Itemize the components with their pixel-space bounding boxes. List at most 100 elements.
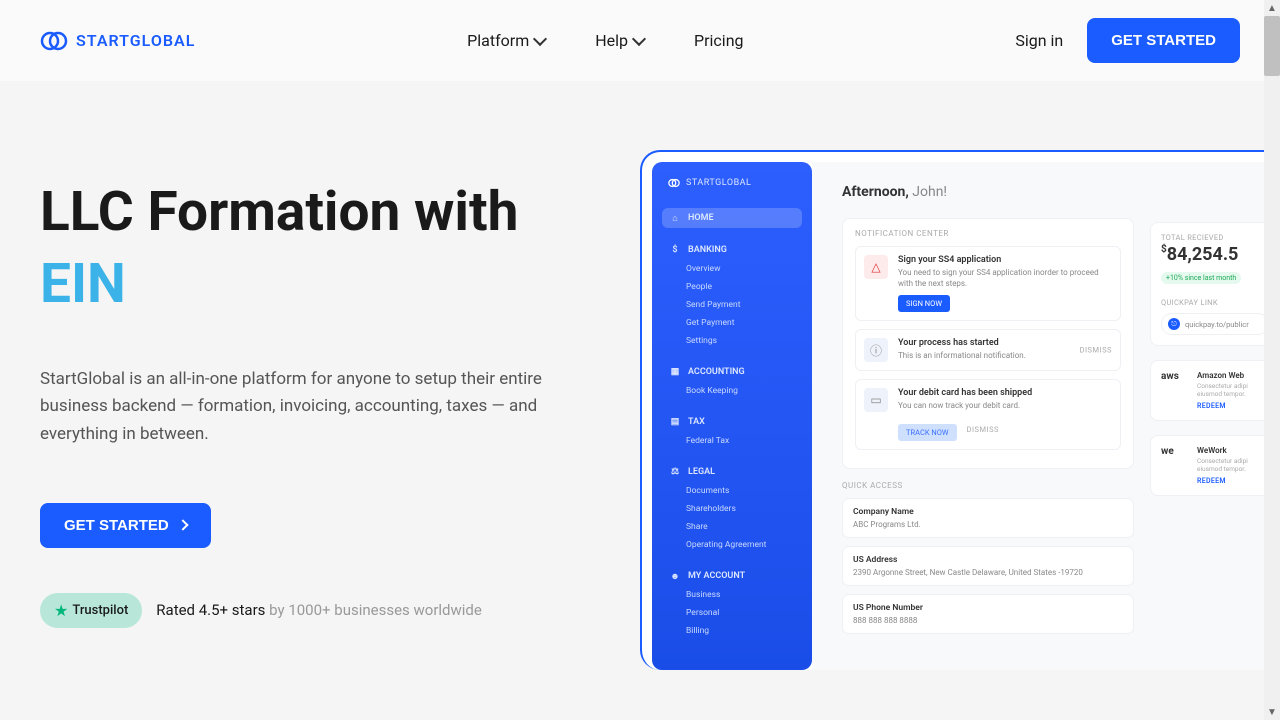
sidebar-sub-business[interactable]: Business: [662, 586, 802, 604]
track-now-button[interactable]: TRACK NOW: [898, 424, 957, 441]
sidebar-item-banking[interactable]: $ BANKING: [662, 240, 802, 260]
greeting: Afternoon, John!: [842, 184, 1134, 200]
sidebar-sub-settings[interactable]: Settings: [662, 332, 802, 350]
sidebar-sub-shareholders[interactable]: Shareholders: [662, 500, 802, 518]
total-label: TOTAL RECIEVED: [1161, 233, 1269, 242]
quickpay-link[interactable]: ⎋ quickpay.to/publicr: [1161, 313, 1269, 335]
header: STARTGLOBAL Platform Help Pricing Sign i…: [0, 0, 1280, 81]
sidebar-sub-federal-tax[interactable]: Federal Tax: [662, 432, 802, 450]
get-started-button[interactable]: GET STARTED: [1087, 18, 1240, 63]
sidebar-item-my-account[interactable]: ☻ MY ACCOUNT: [662, 566, 802, 586]
scroll-thumb[interactable]: [1264, 16, 1280, 76]
chevron-down-icon: [533, 31, 547, 45]
sidebar-item-tax[interactable]: ▤ TAX: [662, 412, 802, 432]
mock-brand: STARTGLOBAL: [662, 178, 802, 188]
sidebar-item-accounting[interactable]: ▦ ACCOUNTING: [662, 362, 802, 382]
greeting-salutation: Afternoon,: [842, 184, 909, 200]
hero-cta-label: GET STARTED: [64, 517, 169, 534]
mock-sidebar: STARTGLOBAL ⌂ HOME $ BANKING Overview Pe…: [652, 162, 812, 670]
total-amount: $84,254.5: [1161, 244, 1269, 265]
redeem-wework-button[interactable]: REDEEM: [1197, 477, 1269, 485]
warning-icon: △: [864, 255, 888, 279]
card-icon: ▭: [864, 388, 888, 412]
redeem-aws-button[interactable]: REDEEM: [1197, 402, 1269, 410]
brand-logo-icon: [40, 31, 68, 51]
sidebar-account-label: MY ACCOUNT: [688, 571, 745, 581]
signin-link[interactable]: Sign in: [1015, 31, 1063, 50]
trustpilot-row: ★ Trustpilot Rated 4.5+ stars by 1000+ b…: [40, 593, 600, 628]
scroll-up-icon[interactable]: ▲: [1264, 0, 1280, 16]
nav-platform-label: Platform: [467, 31, 529, 50]
notif1-text: You need to sign your SS4 application in…: [898, 267, 1112, 289]
nav-pricing[interactable]: Pricing: [694, 31, 744, 50]
notification-center-heading: NOTIFICATION CENTER: [855, 229, 1121, 238]
legal-icon: ⚖: [670, 467, 680, 477]
sidebar-sub-op-agreement[interactable]: Operating Agreement: [662, 536, 802, 554]
sidebar-sub-get-payment[interactable]: Get Payment: [662, 314, 802, 332]
user-icon: ☻: [670, 571, 680, 581]
brand-name: STARTGLOBAL: [76, 31, 195, 50]
notification-process-started: ⓘ Your process has started This is an in…: [855, 329, 1121, 371]
qa-company-value: ABC Programs Ltd.: [853, 520, 1123, 529]
info-icon: ⓘ: [864, 338, 888, 362]
dismiss-button-2[interactable]: DISMISS: [967, 425, 999, 434]
brand-logo[interactable]: STARTGLOBAL: [40, 31, 195, 51]
arrow-right-icon: [177, 520, 188, 531]
sidebar-sub-billing[interactable]: Billing: [662, 622, 802, 640]
qa-company-label: Company Name: [853, 507, 1123, 517]
greeting-name: John!: [909, 184, 947, 200]
quick-access-address: US Address 2390 Argonne Street, New Cast…: [842, 546, 1134, 586]
sidebar-tax-label: TAX: [688, 417, 705, 427]
dismiss-button[interactable]: DISMISS: [1080, 346, 1112, 355]
nav-pricing-label: Pricing: [694, 31, 744, 50]
qa-phone-label: US Phone Number: [853, 603, 1123, 613]
nav-help-label: Help: [595, 31, 628, 50]
wework-logo: we: [1161, 446, 1189, 457]
partner-aws-card: aws Amazon Web Consectetur adipi eiusmod…: [1150, 360, 1280, 421]
trustpilot-label: Trustpilot: [72, 603, 128, 618]
total-received-card: TOTAL RECIEVED $84,254.5 +10% since last…: [1150, 222, 1280, 346]
notif3-text: You can now track your debit card.: [898, 400, 1112, 411]
scrollbar[interactable]: ▲ ▼: [1264, 0, 1280, 720]
quickpay-label: QUICKPAY LINK: [1161, 298, 1269, 307]
hero-cta-wrap: GET STARTED: [40, 503, 600, 548]
quick-access-heading: QUICK ACCESS: [842, 481, 1134, 490]
sidebar-sub-people[interactable]: People: [662, 278, 802, 296]
trust-by: by 1000+ businesses worldwide: [269, 601, 482, 619]
sidebar-sub-overview[interactable]: Overview: [662, 260, 802, 278]
hero-get-started-button[interactable]: GET STARTED: [40, 503, 211, 548]
aws-name: Amazon Web: [1197, 371, 1269, 380]
nav-help[interactable]: Help: [595, 31, 644, 50]
sidebar-item-home[interactable]: ⌂ HOME: [662, 208, 802, 228]
top-nav: Platform Help Pricing: [467, 31, 743, 50]
sidebar-sub-send-payment[interactable]: Send Payment: [662, 296, 802, 314]
hero-description: StartGlobal is an all-in-one platform fo…: [40, 366, 600, 448]
sidebar-accounting-label: ACCOUNTING: [688, 367, 745, 377]
notification-debit-card: ▭ Your debit card has been shipped You c…: [855, 379, 1121, 449]
aws-logo: aws: [1161, 371, 1189, 382]
qa-phone-value: 888 888 888 8888: [853, 616, 1123, 625]
notif1-title: Sign your SS4 application: [898, 255, 1112, 265]
sidebar-home-label: HOME: [688, 213, 714, 223]
scroll-down-icon[interactable]: ▼: [1264, 704, 1280, 720]
chevron-down-icon: [632, 31, 646, 45]
qa-addr-label: US Address: [853, 555, 1123, 565]
sidebar-item-legal[interactable]: ⚖ LEGAL: [662, 462, 802, 482]
sidebar-sub-documents[interactable]: Documents: [662, 482, 802, 500]
quickpay-url: quickpay.to/publicr: [1185, 320, 1249, 329]
trust-rated: Rated 4.5+ stars: [156, 601, 269, 619]
hero-title: LLC Formation with: [40, 181, 600, 244]
link-icon: ⎋: [1168, 318, 1180, 330]
sidebar-sub-bookkeeping[interactable]: Book Keeping: [662, 382, 802, 400]
sidebar-sub-share[interactable]: Share: [662, 518, 802, 536]
partner-wework-card: we WeWork Consectetur adipi eiusmod temp…: [1150, 435, 1280, 496]
nav-platform[interactable]: Platform: [467, 31, 545, 50]
sidebar-sub-personal[interactable]: Personal: [662, 604, 802, 622]
sign-now-button[interactable]: SIGN NOW: [898, 295, 950, 312]
header-right: Sign in GET STARTED: [1015, 18, 1240, 63]
accounting-icon: ▦: [670, 367, 680, 377]
notification-center-card: NOTIFICATION CENTER △ Sign your SS4 appl…: [842, 218, 1134, 469]
hero-copy: LLC Formation with EIN StartGlobal is an…: [40, 181, 600, 628]
tax-icon: ▤: [670, 417, 680, 427]
trustpilot-badge[interactable]: ★ Trustpilot: [40, 593, 142, 628]
